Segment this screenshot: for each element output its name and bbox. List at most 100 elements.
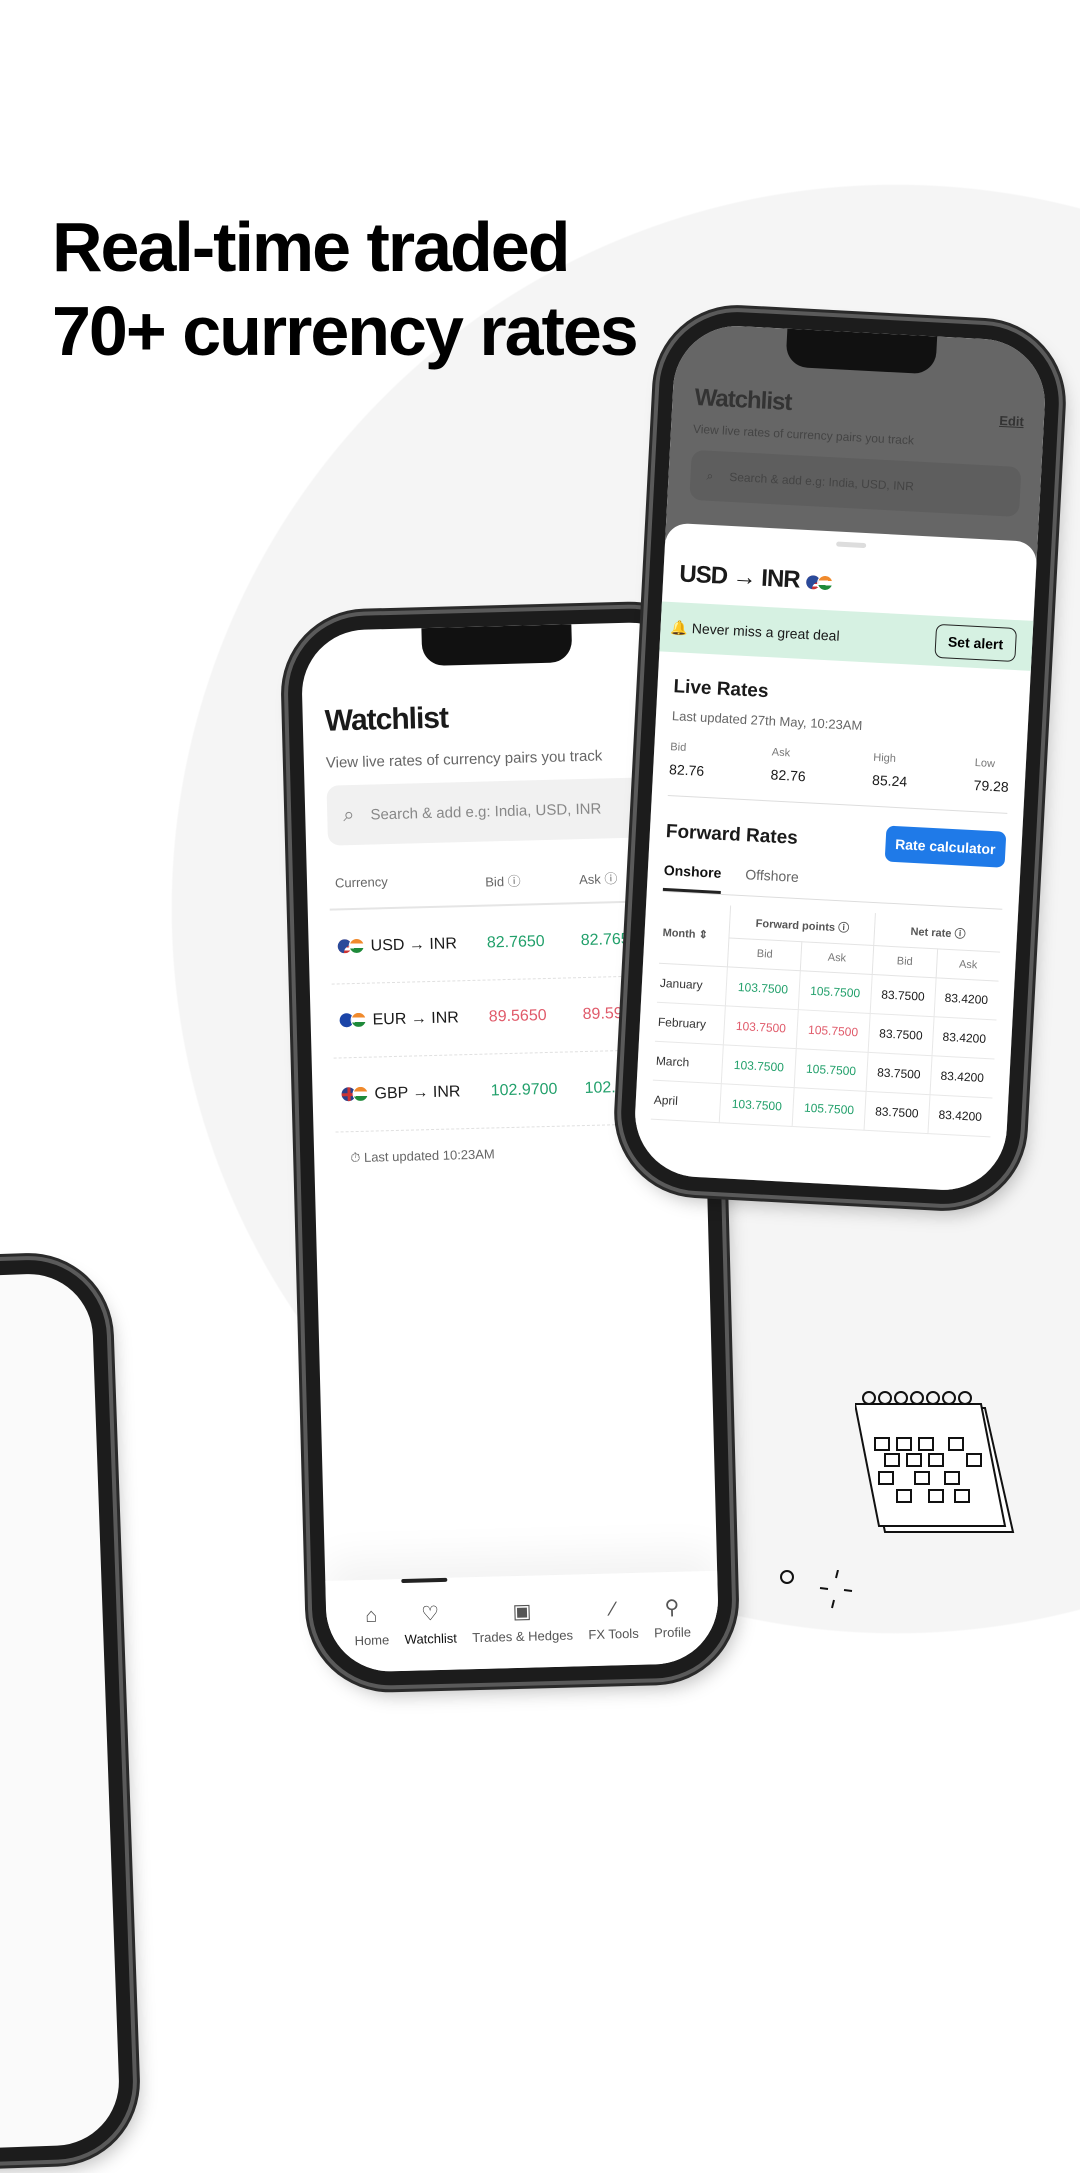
stat-value: 85.24 <box>871 771 908 790</box>
column-month: Month <box>662 926 696 941</box>
nav-label: Home <box>354 1631 390 1648</box>
column-forward-points: Forward points <box>755 917 836 934</box>
stat-high: High 85.24 <box>872 752 909 790</box>
rate-calculator-button[interactable]: Rate calculator <box>884 825 1007 868</box>
bid-value: 82.7650 <box>486 932 545 952</box>
fp-bid: 103.7500 <box>721 1044 796 1088</box>
nr-bid: 83.7500 <box>866 1052 932 1095</box>
search-icon: ⌕ <box>342 803 355 826</box>
stat-label: Low <box>974 757 996 771</box>
column-ask: Ask <box>578 871 601 888</box>
set-alert-button[interactable]: Set alert <box>934 623 1018 663</box>
live-stats: Bid 82.76 Ask 82.76 High 85.24 Low 79.28 <box>667 741 1011 814</box>
calendar-illustration <box>855 1391 1015 1533</box>
headline-line-2: 70+ currency rates <box>52 292 639 370</box>
fp-bid: 103.7500 <box>725 966 801 1010</box>
stat-low: Low 79.28 <box>973 757 1010 795</box>
tab-onshore[interactable]: Onshore <box>662 861 722 894</box>
alert-text: Never miss a great deal <box>691 619 841 644</box>
forward-rates-table: Month ⇕ Forward points ⓘ Net rate ⓘ Bid A… <box>650 901 1002 1137</box>
page-title: Watchlist <box>324 701 449 738</box>
headline: Real-time traded 70+ currency rates <box>52 205 639 373</box>
nr-bid: 83.7500 <box>868 1013 934 1056</box>
fp-ask: 105.7500 <box>798 970 873 1014</box>
fp-ask: 105.7500 <box>795 1009 871 1053</box>
phone-screen <box>0 1271 122 2159</box>
bottom-sheet: USD → INR 🔔 Never miss a great deal Set … <box>631 522 1038 1194</box>
last-updated-text: Last updated 10:23AM <box>363 1146 495 1165</box>
column-fp-ask: Ask <box>800 941 874 975</box>
heart-icon: ♡ <box>420 1602 440 1625</box>
nav-label: Profile <box>653 1623 692 1640</box>
nr-bid: 83.7500 <box>870 974 936 1017</box>
currency-pair: USD → INR <box>370 934 458 955</box>
month: February <box>654 1002 726 1045</box>
bid-value: 89.5650 <box>488 1006 547 1026</box>
nr-ask: 83.4200 <box>931 1016 997 1059</box>
search-placeholder: Search & add e.g: India, USD, INR <box>370 799 602 824</box>
nav-fx-tools[interactable]: ⁄ FX Tools <box>587 1597 639 1642</box>
edit-button: Edit <box>998 412 1025 430</box>
headline-line-1: Real-time traded <box>52 208 570 286</box>
bell-icon: 🔔 <box>670 618 689 636</box>
search-placeholder: Search & add e.g: India, USD, INR <box>728 469 915 494</box>
market-tabs: Onshore Offshore <box>662 861 1004 910</box>
home-icon: ⌂ <box>364 1604 378 1627</box>
active-indicator <box>401 1577 448 1583</box>
flags-icon <box>340 1085 369 1103</box>
stat-bid: Bid 82.76 <box>669 741 706 779</box>
nav-home[interactable]: ⌂ Home <box>354 1604 390 1648</box>
timer-icon: ⏱ <box>350 1149 361 1166</box>
info-icon[interactable]: ⓘ <box>604 871 617 886</box>
search-icon: ⌕ <box>706 468 714 483</box>
currency-pair: EUR → INR <box>372 1008 460 1029</box>
pair-title-text: USD → INR <box>678 560 801 594</box>
stat-label: High <box>873 751 897 765</box>
column-bid: Bid <box>485 874 505 890</box>
briefcase-chart-icon: ▣ <box>512 1600 532 1623</box>
info-icon[interactable]: ⓘ <box>838 922 850 935</box>
stat-label: Bid <box>670 741 687 754</box>
nav-label: Watchlist <box>404 1630 458 1647</box>
flags-icon <box>804 573 834 592</box>
flags-icon <box>338 1011 367 1029</box>
column-nr-bid: Bid <box>872 945 938 978</box>
nav-profile[interactable]: ⚲ Profile <box>653 1596 691 1640</box>
sort-icon[interactable]: ⇕ <box>698 929 708 941</box>
stat-ask: Ask 82.76 <box>770 746 807 784</box>
stat-value: 79.28 <box>973 777 1010 795</box>
forward-rates-title: Forward Rates <box>665 821 799 849</box>
month: April <box>650 1080 722 1123</box>
fp-ask: 105.7500 <box>793 1048 869 1092</box>
tab-offshore[interactable]: Offshore <box>744 866 799 898</box>
column-currency: Currency <box>334 874 388 891</box>
stat-value: 82.76 <box>668 761 705 779</box>
page-title: Watchlist <box>693 383 793 416</box>
flags-icon <box>336 938 365 955</box>
column-fp-bid: Bid <box>727 937 802 971</box>
info-icon[interactable]: ⓘ <box>954 928 966 941</box>
pair-title: USD → INR <box>663 538 1037 607</box>
phone-partial <box>0 1257 136 2173</box>
nav-trades-hedges[interactable]: ▣ Trades & Hedges <box>471 1599 573 1645</box>
nr-ask: 83.4200 <box>927 1094 993 1137</box>
stat-value: 82.76 <box>770 766 807 785</box>
nav-watchlist[interactable]: ♡ Watchlist <box>404 1602 458 1647</box>
fp-ask: 105.7500 <box>791 1087 867 1131</box>
phone-rate-detail: Watchlist Edit View live rates of curren… <box>617 308 1063 1208</box>
alert-banner: 🔔 Never miss a great deal Set alert <box>659 601 1034 671</box>
month: March <box>652 1041 724 1084</box>
nr-bid: 83.7500 <box>864 1091 930 1134</box>
notch <box>785 328 938 375</box>
info-icon[interactable]: ⓘ <box>507 874 520 889</box>
notch <box>421 624 573 667</box>
nr-ask: 83.4200 <box>933 977 999 1021</box>
user-icon: ⚲ <box>664 1596 680 1619</box>
sparkle-decoration <box>780 1570 853 1609</box>
search-input[interactable]: ⌕ Search & add e.g: India, USD, INR <box>326 776 678 846</box>
nav-label: Trades & Hedges <box>472 1627 574 1645</box>
bottom-nav: ⌂ Home ♡ Watchlist ▣ Trades & Hedges ⁄ FX Tools… <box>325 1570 720 1673</box>
rate-detail-screen: Watchlist Edit View live rates of curren… <box>631 322 1049 1194</box>
currency-pair: GBP → INR <box>374 1082 461 1103</box>
bid-value: 102.9700 <box>490 1080 558 1099</box>
